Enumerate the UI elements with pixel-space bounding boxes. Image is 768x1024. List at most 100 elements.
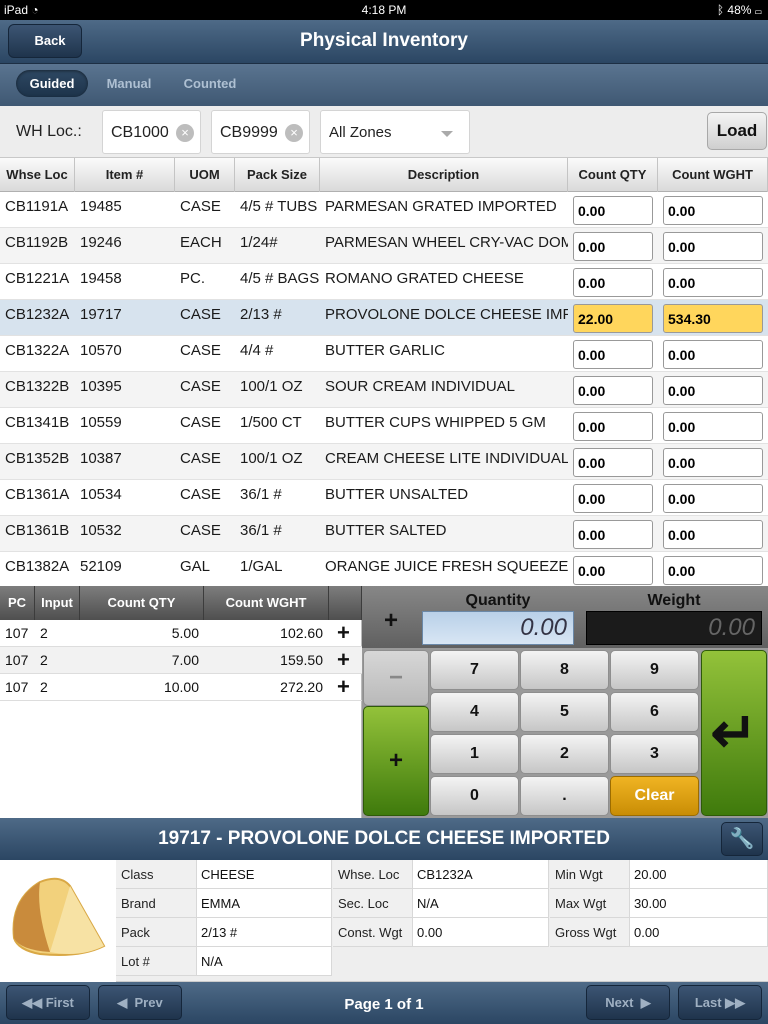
table-row[interactable]: CB1221A 19458 PC. 4/5 # BAGS ROMANO GRATED C…	[0, 264, 768, 300]
wh-loc-from-field[interactable]: CB1000 ×	[102, 110, 201, 154]
entry-count-qty: 7.00	[171, 652, 199, 668]
count-qty-input[interactable]: 22.00	[573, 304, 653, 333]
count-wght-input[interactable]: 0.00	[663, 232, 763, 261]
cell-uom: CASE	[180, 378, 221, 395]
last-button[interactable]: Last ▶▶	[678, 985, 762, 1020]
zone-select[interactable]: All Zones	[320, 110, 470, 154]
double-chevron-right-icon: ▶▶	[725, 995, 746, 1010]
cell-pack-size: 2/13 #	[240, 306, 282, 323]
count-wght-input[interactable]: 0.00	[663, 268, 763, 297]
table-row[interactable]: CB1191A 19485 CASE 4/5 # TUBS PARMESAN GRATE…	[0, 192, 768, 228]
count-qty-input[interactable]: 0.00	[573, 268, 653, 297]
col-item[interactable]: Item #	[75, 158, 175, 192]
entry-row[interactable]: 107 2 7.00 159.50 +	[0, 647, 362, 674]
wh-loc-to-field[interactable]: CB9999 ×	[211, 110, 310, 154]
plus-icon[interactable]: +	[337, 649, 350, 671]
weight-display[interactable]: 0.00	[586, 611, 762, 645]
table-row[interactable]: CB1382A 52109 GAL 1/GAL ORANGE JUICE FRESH S…	[0, 552, 768, 588]
enter-button[interactable]: ↵	[701, 650, 767, 816]
load-button[interactable]: Load	[707, 112, 767, 150]
count-qty-input[interactable]: 0.00	[573, 376, 653, 405]
key-0[interactable]: 0	[430, 776, 519, 816]
key-7[interactable]: 7	[430, 650, 519, 690]
count-wght-input[interactable]: 0.00	[663, 484, 763, 513]
count-wght-input[interactable]: 0.00	[663, 520, 763, 549]
plus-button[interactable]: +	[363, 706, 429, 816]
entry-input: 2	[40, 625, 48, 641]
settings-button[interactable]: 🔧	[721, 822, 763, 856]
class-label: Class	[116, 860, 197, 889]
cell-whse-loc: CB1361A	[5, 486, 70, 503]
count-wght-input[interactable]: 0.00	[663, 196, 763, 225]
lot-label: Lot #	[116, 947, 197, 976]
max-wgt-label: Max Wgt	[550, 889, 630, 918]
quantity-display[interactable]: 0.00	[422, 611, 574, 645]
count-wght-input[interactable]: 0.00	[663, 376, 763, 405]
table-row[interactable]: CB1361A 10534 CASE 36/1 # BUTTER UNSALTED 0.0…	[0, 480, 768, 516]
tab-manual[interactable]: Manual	[94, 70, 164, 97]
entry-count-wght: 272.20	[280, 679, 323, 695]
cell-whse-loc: CB1382A	[5, 558, 70, 575]
key-3[interactable]: 3	[610, 734, 699, 774]
key-decimal[interactable]: .	[520, 776, 609, 816]
tab-guided[interactable]: Guided	[16, 70, 88, 97]
col-whse-loc[interactable]: Whse Loc	[0, 158, 75, 192]
key-6[interactable]: 6	[610, 692, 699, 732]
key-8[interactable]: 8	[520, 650, 609, 690]
count-qty-input[interactable]: 0.00	[573, 340, 653, 369]
wrench-icon: 🔧	[729, 828, 755, 850]
count-qty-input[interactable]: 0.00	[573, 556, 653, 585]
table-row[interactable]: CB1322B 10395 CASE 100/1 OZ SOUR CREAM INDIV…	[0, 372, 768, 408]
clear-button[interactable]: Clear	[610, 776, 699, 816]
col-uom[interactable]: UOM	[175, 158, 235, 192]
count-qty-input[interactable]: 0.00	[573, 484, 653, 513]
cell-item: 19485	[80, 198, 122, 215]
table-row[interactable]: CB1352B 10387 CASE 100/1 OZ CREAM CHEESE LIT…	[0, 444, 768, 480]
tab-counted[interactable]: Counted	[172, 70, 248, 97]
key-1[interactable]: 1	[430, 734, 519, 774]
count-qty-input[interactable]: 0.00	[573, 412, 653, 441]
count-qty-input[interactable]: 0.00	[573, 232, 653, 261]
cell-description: BUTTER UNSALTED	[325, 486, 469, 503]
key-9[interactable]: 9	[610, 650, 699, 690]
status-bar: iPad ◔ 4:18 PM ᛒ 48% ▭	[0, 0, 768, 20]
count-qty-input[interactable]: 0.00	[573, 520, 653, 549]
table-row[interactable]: CB1322A 10570 CASE 4/4 # BUTTER GARLIC 0.00 0.…	[0, 336, 768, 372]
cell-whse-loc: CB1322A	[5, 342, 70, 359]
entry-row[interactable]: 107 2 5.00 102.60 +	[0, 620, 362, 647]
col-description[interactable]: Description	[320, 158, 568, 192]
count-wght-input[interactable]: 534.30	[663, 304, 763, 333]
entry-row[interactable]: 107 2 10.00 272.20 +	[0, 674, 362, 701]
plus-icon[interactable]: +	[337, 622, 350, 644]
table-row[interactable]: CB1232A 19717 CASE 2/13 # PROVOLONE DOLCE CH…	[0, 300, 768, 336]
key-4[interactable]: 4	[430, 692, 519, 732]
cell-item: 19458	[80, 270, 122, 287]
count-wght-input[interactable]: 0.00	[663, 340, 763, 369]
count-qty-input[interactable]: 0.00	[573, 448, 653, 477]
key-2[interactable]: 2	[520, 734, 609, 774]
col-count-qty[interactable]: Count QTY	[568, 158, 658, 192]
entry-pc: 107	[5, 652, 29, 668]
next-button[interactable]: Next ▶	[586, 985, 670, 1020]
col-add	[329, 586, 362, 620]
table-row[interactable]: CB1361B 10532 CASE 36/1 # BUTTER SALTED 0.00 0…	[0, 516, 768, 552]
cell-uom: CASE	[180, 450, 221, 467]
clear-icon[interactable]: ×	[285, 124, 303, 142]
item-detail-title: 19717 - PROVOLONE DOLCE CHEESE IMPORTED	[158, 828, 610, 849]
minus-button[interactable]: −	[363, 650, 429, 706]
key-5[interactable]: 5	[520, 692, 609, 732]
count-qty-input[interactable]: 0.00	[573, 196, 653, 225]
col-count-wght[interactable]: Count WGHT	[658, 158, 768, 192]
cell-description: ROMANO GRATED CHEESE	[325, 270, 524, 287]
col-pack-size[interactable]: Pack Size	[235, 158, 320, 192]
count-wght-input[interactable]: 0.00	[663, 448, 763, 477]
plus-icon[interactable]: +	[337, 676, 350, 698]
count-wght-input[interactable]: 0.00	[663, 556, 763, 585]
cell-whse-loc: CB1192B	[5, 234, 69, 251]
clear-icon[interactable]: ×	[176, 124, 194, 142]
table-row[interactable]: CB1341B 10559 CASE 1/500 CT BUTTER CUPS WHIP…	[0, 408, 768, 444]
table-row[interactable]: CB1192B 19246 EACH 1/24# PARMESAN WHEEL CRY-…	[0, 228, 768, 264]
increment-button[interactable]: +	[362, 586, 420, 648]
cell-uom: EACH	[180, 234, 222, 251]
count-wght-input[interactable]: 0.00	[663, 412, 763, 441]
